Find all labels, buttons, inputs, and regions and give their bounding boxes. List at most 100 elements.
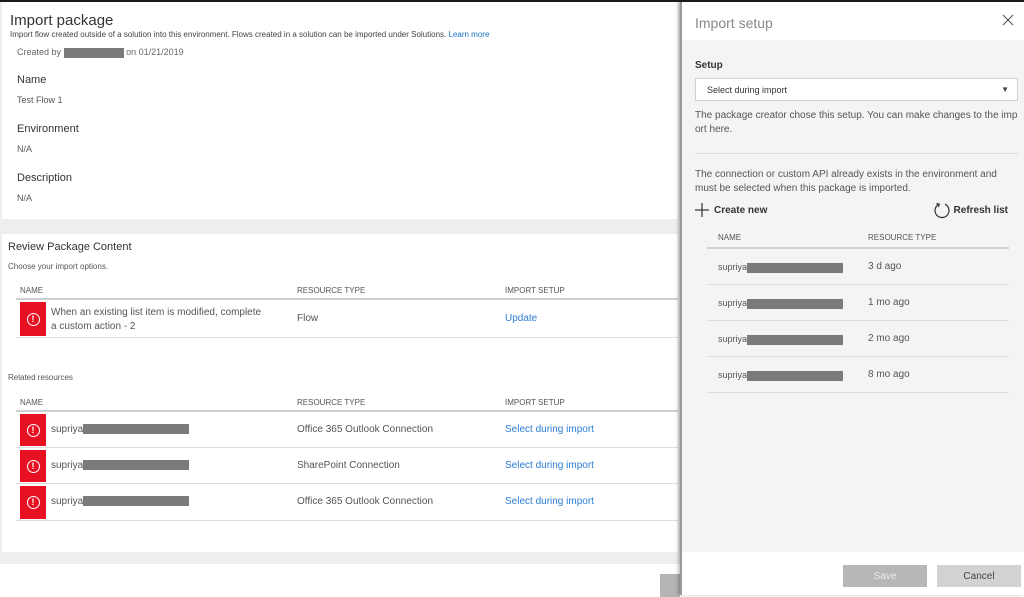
panel-title: Import setup <box>695 15 773 31</box>
error-icon: ! <box>26 423 40 437</box>
scrollbar-thumb[interactable] <box>660 574 680 597</box>
connection-age: 1 mo ago <box>868 297 910 308</box>
review-table-header: NAME RESOURCE TYPE IMPORT SETUP <box>16 282 678 300</box>
connection-name-text: supriya <box>718 334 748 344</box>
save-button[interactable]: Save <box>843 565 927 587</box>
import-setup-panel: Import setup Setup Select during import … <box>680 2 1024 595</box>
connection-row[interactable]: supriya 3 d ago <box>707 249 1009 285</box>
row-name: supriya <box>51 496 190 507</box>
import-setup-link[interactable]: Select during import <box>505 460 594 471</box>
redacted-name <box>83 496 190 507</box>
redacted-name <box>83 424 190 435</box>
create-new-button[interactable]: Create new <box>695 203 767 217</box>
col-resource-type: RESOURCE TYPE <box>297 286 366 295</box>
error-icon: ! <box>26 312 40 326</box>
review-subtitle: Choose your import options. <box>8 262 109 271</box>
created-by: Created by on 01/21/2019 <box>17 47 184 58</box>
connection-name: supriya <box>718 298 844 309</box>
row-resource-type: Office 365 Outlook Connection <box>297 424 434 435</box>
row-name: supriya <box>51 460 190 471</box>
refresh-list-button[interactable]: Refresh list <box>933 201 1008 219</box>
connection-age: 2 mo ago <box>868 333 910 344</box>
col-resource-type: RESOURCE TYPE <box>868 233 937 242</box>
created-date: on 01/21/2019 <box>126 47 184 57</box>
col-name: NAME <box>20 286 44 295</box>
footer-area <box>0 564 680 597</box>
col-import-setup: IMPORT SETUP <box>505 286 565 295</box>
review-package-card: Review Package Content Choose your impor… <box>2 234 678 552</box>
error-status: ! <box>20 302 46 336</box>
plus-icon <box>695 203 709 217</box>
connection-row[interactable]: supriya 8 mo ago <box>707 357 1009 393</box>
import-setup-link[interactable]: Update <box>505 313 537 324</box>
row-name-line1: When an existing list item is modified, … <box>51 307 262 318</box>
error-icon: ! <box>26 459 40 473</box>
row-resource-type: Office 365 Outlook Connection <box>297 496 434 507</box>
row-name-line2: a custom action - 2 <box>51 321 136 332</box>
redacted-name <box>747 262 844 273</box>
refresh-icon <box>933 202 950 219</box>
close-button[interactable] <box>1000 12 1016 28</box>
create-new-label: Create new <box>714 204 768 216</box>
package-details-card: Import package Import flow created outsi… <box>2 2 678 219</box>
setup-selected-value: Select during import <box>707 85 788 95</box>
redacted-author <box>63 47 124 58</box>
col-resource-type: RESOURCE TYPE <box>297 398 366 407</box>
refresh-list-label: Refresh list <box>953 204 1008 216</box>
table-row[interactable]: ! When an existing list item is modified… <box>16 300 678 338</box>
connection-age: 3 d ago <box>868 261 902 272</box>
col-import-setup: IMPORT SETUP <box>505 398 565 407</box>
row-resource-type: SharePoint Connection <box>297 460 400 471</box>
connection-help-text: The connection or custom API already exi… <box>695 169 997 194</box>
redacted-name <box>83 460 190 471</box>
table-row[interactable]: ! supriya Office 365 Outlook Connection … <box>16 484 678 521</box>
connection-row[interactable]: supriya 1 mo ago <box>707 285 1009 321</box>
divider <box>695 153 1018 154</box>
col-name: NAME <box>20 398 44 407</box>
error-status: ! <box>20 486 46 519</box>
row-resource-type: Flow <box>297 313 319 324</box>
redacted-name <box>747 370 844 381</box>
setup-help-text: The package creator chose this setup. Yo… <box>695 110 1018 135</box>
connection-name: supriya <box>718 370 844 381</box>
environment-label: Environment <box>17 123 79 135</box>
description-value: N/A <box>17 193 33 203</box>
name-value: Test Flow 1 <box>17 95 63 105</box>
cancel-button[interactable]: Cancel <box>937 565 1021 587</box>
related-resources-label: Related resources <box>8 373 73 382</box>
redacted-name <box>747 334 844 345</box>
connection-age: 8 mo ago <box>868 369 910 380</box>
close-icon <box>1002 14 1014 26</box>
row-name: When an existing list item is modified, … <box>51 306 261 334</box>
description-label: Description <box>17 172 73 184</box>
error-status: ! <box>20 450 46 482</box>
connection-name-text: supriya <box>718 262 748 272</box>
review-title: Review Package Content <box>8 241 132 253</box>
error-icon: ! <box>26 496 40 509</box>
col-name: NAME <box>718 233 742 242</box>
related-table-header: NAME RESOURCE TYPE IMPORT SETUP <box>16 394 678 412</box>
setup-select[interactable]: Select during import ▼ <box>695 78 1018 101</box>
row-name-text: supriya <box>51 460 84 471</box>
panel-header: Import setup <box>682 2 1024 40</box>
error-status: ! <box>20 414 46 446</box>
connection-table-header: NAME RESOURCE TYPE <box>707 231 1009 249</box>
import-setup-link[interactable]: Select during import <box>505 496 594 507</box>
table-row[interactable]: ! supriya Office 365 Outlook Connection … <box>16 412 678 448</box>
setup-label: Setup <box>695 60 723 71</box>
page-subtitle-text: Import flow created outside of a solutio… <box>10 30 447 39</box>
dropdown-caret-icon: ▼ <box>1001 85 1009 94</box>
row-name-text: supriya <box>51 424 84 435</box>
learn-more-link[interactable]: Learn more <box>448 30 489 39</box>
import-setup-link[interactable]: Select during import <box>505 424 594 435</box>
connection-row[interactable]: supriya 2 mo ago <box>707 321 1009 357</box>
table-row[interactable]: ! supriya SharePoint Connection Select d… <box>16 448 678 484</box>
redacted-name <box>747 298 844 309</box>
connection-name: supriya <box>718 262 844 273</box>
row-name: supriya <box>51 424 190 435</box>
row-name-text: supriya <box>51 496 84 507</box>
page-subtitle: Import flow created outside of a solutio… <box>10 30 489 39</box>
main-area: Import package Import flow created outsi… <box>0 2 680 597</box>
page-title: Import package <box>10 12 114 29</box>
environment-value: N/A <box>17 144 33 154</box>
